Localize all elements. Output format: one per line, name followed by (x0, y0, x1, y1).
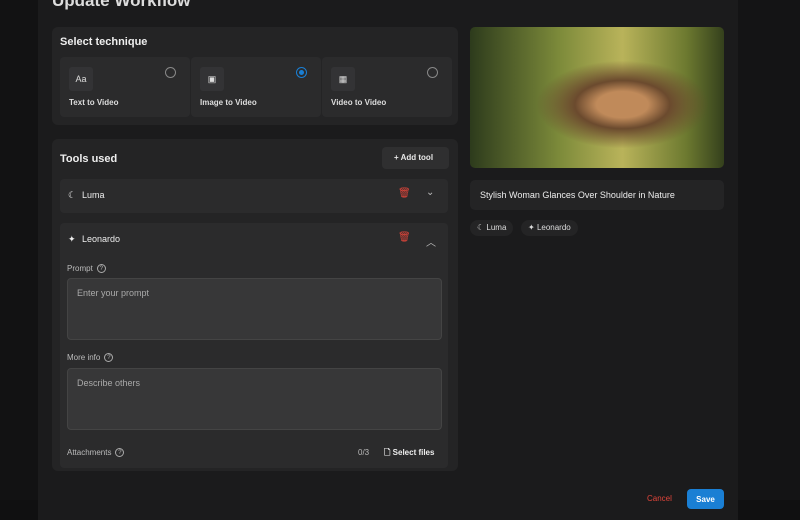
backdrop-left (0, 0, 38, 500)
help-icon[interactable]: ? (104, 353, 114, 363)
preview-image (470, 27, 724, 168)
save-button[interactable]: Save (687, 489, 724, 509)
prompt-input[interactable]: Enter your prompt (67, 278, 442, 340)
attachment-count: 0/3 (358, 448, 370, 457)
backdrop-right (738, 0, 800, 500)
sparkle-icon: ✦ (528, 223, 537, 232)
tool-name: Leonardo (82, 234, 121, 244)
tool-leonardo-panel (60, 223, 448, 468)
technique-heading: Select technique (60, 36, 148, 48)
sparkle-icon: ✦ (68, 234, 76, 244)
technique-label: Text to Video (69, 98, 119, 107)
chevron-up-icon[interactable]: ︿ (426, 234, 436, 249)
preview-caption: Stylish Woman Glances Over Shoulder in N… (470, 180, 724, 210)
tool-leonardo[interactable]: ✦ Leonardo 🗑 ︿ (60, 223, 448, 257)
tool-name: Luma (82, 190, 105, 200)
technique-image-to-video[interactable]: ▣ Image to Video (191, 57, 321, 117)
prompt-label: Prompt? (67, 264, 106, 274)
attachments-label: Attachments? (67, 448, 125, 458)
moon-icon: ☾ (68, 190, 77, 200)
radio[interactable] (296, 67, 307, 78)
file-icon: 🗋 (384, 448, 393, 457)
add-tool-label: Add tool (400, 153, 434, 162)
tag-luma: ☾ Luma (470, 220, 514, 236)
technique-label: Video to Video (331, 98, 387, 107)
image-icon: ▣ (200, 67, 224, 91)
trash-icon[interactable]: 🗑 (398, 188, 411, 199)
modal-title: Update Workflow (52, 0, 191, 10)
more-info-label: More info? (67, 353, 114, 363)
chevron-down-icon[interactable]: ⌄ (426, 187, 434, 198)
add-tool-button[interactable]: + Add tool (382, 147, 449, 169)
radio[interactable] (165, 67, 176, 78)
tools-heading: Tools used (60, 153, 118, 165)
technique-video-to-video[interactable]: ▦ Video to Video (322, 57, 452, 117)
radio[interactable] (427, 67, 438, 78)
help-icon[interactable]: ? (96, 264, 106, 274)
help-icon[interactable]: ? (115, 448, 125, 458)
technique-label: Image to Video (200, 98, 257, 107)
select-files-button[interactable]: 🗋 Select files (384, 447, 434, 461)
plus-icon: + (394, 153, 401, 162)
technique-text-to-video[interactable]: Aa Text to Video (60, 57, 190, 117)
cancel-button[interactable]: Cancel (647, 494, 672, 503)
moon-icon: ☾ (477, 223, 487, 232)
tool-luma[interactable]: ☾ Luma 🗑 ⌄ (60, 179, 448, 213)
text-icon: Aa (69, 67, 93, 91)
more-info-input[interactable]: Describe others (67, 368, 442, 430)
tag-leonardo: ✦ Leonardo (521, 220, 578, 236)
trash-icon[interactable]: 🗑 (398, 232, 411, 243)
film-icon: ▦ (331, 67, 355, 91)
